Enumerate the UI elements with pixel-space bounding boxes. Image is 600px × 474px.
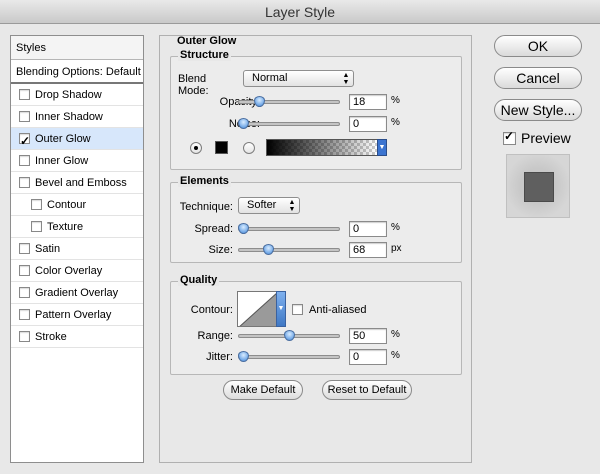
style-item-label: Bevel and Emboss <box>35 176 127 189</box>
style-item-label: Color Overlay <box>35 264 103 277</box>
style-item-label: Texture <box>47 220 84 233</box>
style-item-inner-shadow[interactable]: Inner Shadow <box>11 106 143 128</box>
spread-slider[interactable] <box>238 223 340 234</box>
contour-label: Contour: <box>190 304 233 316</box>
style-item-label: Pattern Overlay <box>35 308 112 321</box>
preview-label: Preview <box>521 130 571 146</box>
styles-header[interactable]: Styles <box>11 36 143 60</box>
technique-select[interactable]: Softer ▲ ▼ <box>238 197 300 214</box>
style-checkbox[interactable] <box>19 309 30 320</box>
jitter-input[interactable]: 0 <box>349 349 387 365</box>
blend-mode-value: Normal <box>252 72 288 84</box>
panel-title: Outer Glow <box>177 35 237 47</box>
jitter-unit: % <box>391 350 400 361</box>
cancel-button[interactable]: Cancel <box>494 67 582 89</box>
preview-thumbnail <box>506 154 570 218</box>
styles-list: Styles Blending Options: Default Drop Sh… <box>10 35 144 463</box>
ok-button[interactable]: OK <box>494 35 582 57</box>
elements-title: Elements <box>178 175 231 187</box>
style-item-contour[interactable]: Contour <box>11 194 143 216</box>
spread-label: Spread: <box>194 223 233 235</box>
noise-unit: % <box>391 117 400 128</box>
style-checkbox[interactable] <box>31 221 42 232</box>
solid-color-radio[interactable] <box>190 142 202 154</box>
outer-glow-panel: Outer Glow Structure Blend Mode: Normal … <box>159 35 472 463</box>
style-item-pattern-overlay[interactable]: Pattern Overlay <box>11 304 143 326</box>
size-slider[interactable] <box>238 244 340 255</box>
spread-unit: % <box>391 222 400 233</box>
preview-checkbox[interactable] <box>503 129 516 145</box>
blend-mode-label: Blend Mode: <box>178 73 209 97</box>
style-checkbox[interactable] <box>19 155 30 166</box>
jitter-slider[interactable] <box>238 351 340 362</box>
size-label: Size: <box>208 244 233 256</box>
style-item-label: Stroke <box>35 330 67 343</box>
style-checkbox[interactable] <box>19 111 30 122</box>
gradient-swatch[interactable] <box>266 139 378 156</box>
reset-to-default-button[interactable]: Reset to Default <box>322 380 412 400</box>
style-checkbox[interactable] <box>19 331 30 342</box>
style-item-texture[interactable]: Texture <box>11 216 143 238</box>
spread-input[interactable]: 0 <box>349 221 387 237</box>
updown-arrows-icon: ▲ ▼ <box>288 199 296 213</box>
style-item-drop-shadow[interactable]: Drop Shadow <box>11 84 143 106</box>
style-item-label: Inner Glow <box>35 154 89 167</box>
style-checkbox[interactable] <box>19 287 30 298</box>
structure-title: Structure <box>178 49 231 61</box>
anti-aliased-label: Anti-aliased <box>309 304 367 316</box>
style-item-label: Contour <box>47 198 87 211</box>
blend-mode-select[interactable]: Normal ▲ ▼ <box>243 70 354 87</box>
opacity-unit: % <box>391 95 400 106</box>
style-checkbox[interactable] <box>19 177 30 188</box>
window-title: Layer Style <box>0 0 600 24</box>
range-slider[interactable] <box>238 330 340 341</box>
style-item-label: Gradient Overlay <box>35 286 119 299</box>
quality-title: Quality <box>178 274 220 286</box>
style-item-outer-glow[interactable]: Outer Glow <box>11 128 143 152</box>
contour-dropdown-icon[interactable]: ▼ <box>276 291 286 327</box>
style-item-label: Drop Shadow <box>35 88 102 101</box>
style-checkbox[interactable] <box>19 265 30 276</box>
noise-input[interactable]: 0 <box>349 116 387 132</box>
size-input[interactable]: 68 <box>349 242 387 258</box>
gradient-radio[interactable] <box>243 142 255 154</box>
style-checkbox[interactable] <box>31 199 42 210</box>
style-item-color-overlay[interactable]: Color Overlay <box>11 260 143 282</box>
technique-label: Technique: <box>179 201 233 213</box>
updown-arrows-icon: ▲ ▼ <box>342 72 350 86</box>
technique-value: Softer <box>247 199 277 211</box>
style-item-gradient-overlay[interactable]: Gradient Overlay <box>11 282 143 304</box>
style-item-bevel-and-emboss[interactable]: Bevel and Emboss <box>11 172 143 194</box>
opacity-slider[interactable] <box>238 96 340 107</box>
style-item-label: Inner Shadow <box>35 110 103 123</box>
anti-aliased-checkbox[interactable] <box>292 304 303 315</box>
range-unit: % <box>391 329 400 340</box>
gradient-dropdown-icon[interactable]: ▼ <box>377 139 387 156</box>
range-label: Range: <box>197 330 233 342</box>
preview-swatch <box>524 172 554 202</box>
contour-curve-icon <box>238 292 276 326</box>
jitter-label: Jitter: <box>206 351 233 363</box>
style-item-label: Satin <box>35 242 61 255</box>
style-item-stroke[interactable]: Stroke <box>11 326 143 348</box>
size-unit: px <box>391 243 402 254</box>
style-checkbox[interactable] <box>19 243 30 254</box>
blending-options-default[interactable]: Blending Options: Default <box>11 60 143 84</box>
glow-color-swatch[interactable] <box>215 141 228 154</box>
style-checkbox[interactable] <box>19 89 30 100</box>
range-input[interactable]: 50 <box>349 328 387 344</box>
noise-slider[interactable] <box>238 118 340 129</box>
new-style-button[interactable]: New Style... <box>494 99 582 121</box>
style-item-label: Outer Glow <box>35 132 91 145</box>
make-default-button[interactable]: Make Default <box>223 380 303 400</box>
style-checkbox[interactable] <box>19 130 30 152</box>
contour-preview[interactable] <box>237 291 277 327</box>
opacity-input[interactable]: 18 <box>349 94 387 110</box>
style-item-satin[interactable]: Satin <box>11 238 143 260</box>
style-item-inner-glow[interactable]: Inner Glow <box>11 150 143 172</box>
